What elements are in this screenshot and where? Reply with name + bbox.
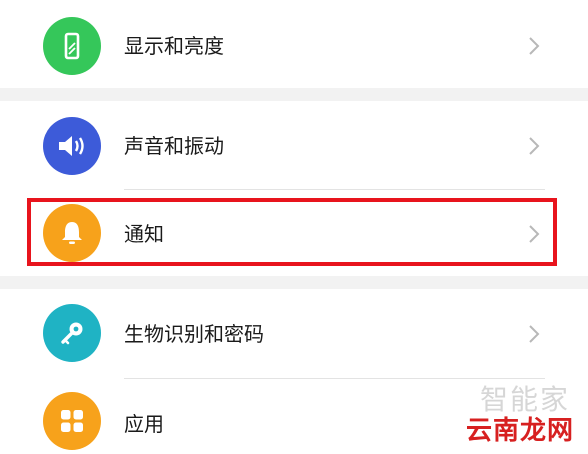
watermark-site: 云南龙网 [465,416,574,446]
settings-item-label: 显示和亮度 [124,34,224,58]
settings-card-display: 显示和亮度 [0,0,588,88]
settings-item-label: 声音和振动 [124,134,224,158]
chevron-right-icon [529,137,540,155]
settings-item-display[interactable]: 显示和亮度 [0,0,588,88]
settings-item-label: 生物识别和密码 [124,322,264,346]
settings-item-label: 应用 [124,412,164,436]
settings-item-biometrics[interactable]: 生物识别和密码 [0,289,588,378]
phone-display-icon [43,17,101,75]
speaker-icon [43,117,101,175]
apps-grid-icon [43,392,101,450]
highlight-box [27,198,557,266]
key-icon [43,304,101,362]
chevron-right-icon [529,37,540,55]
chevron-right-icon [529,325,540,343]
settings-item-sound[interactable]: 声音和振动 [0,101,588,189]
